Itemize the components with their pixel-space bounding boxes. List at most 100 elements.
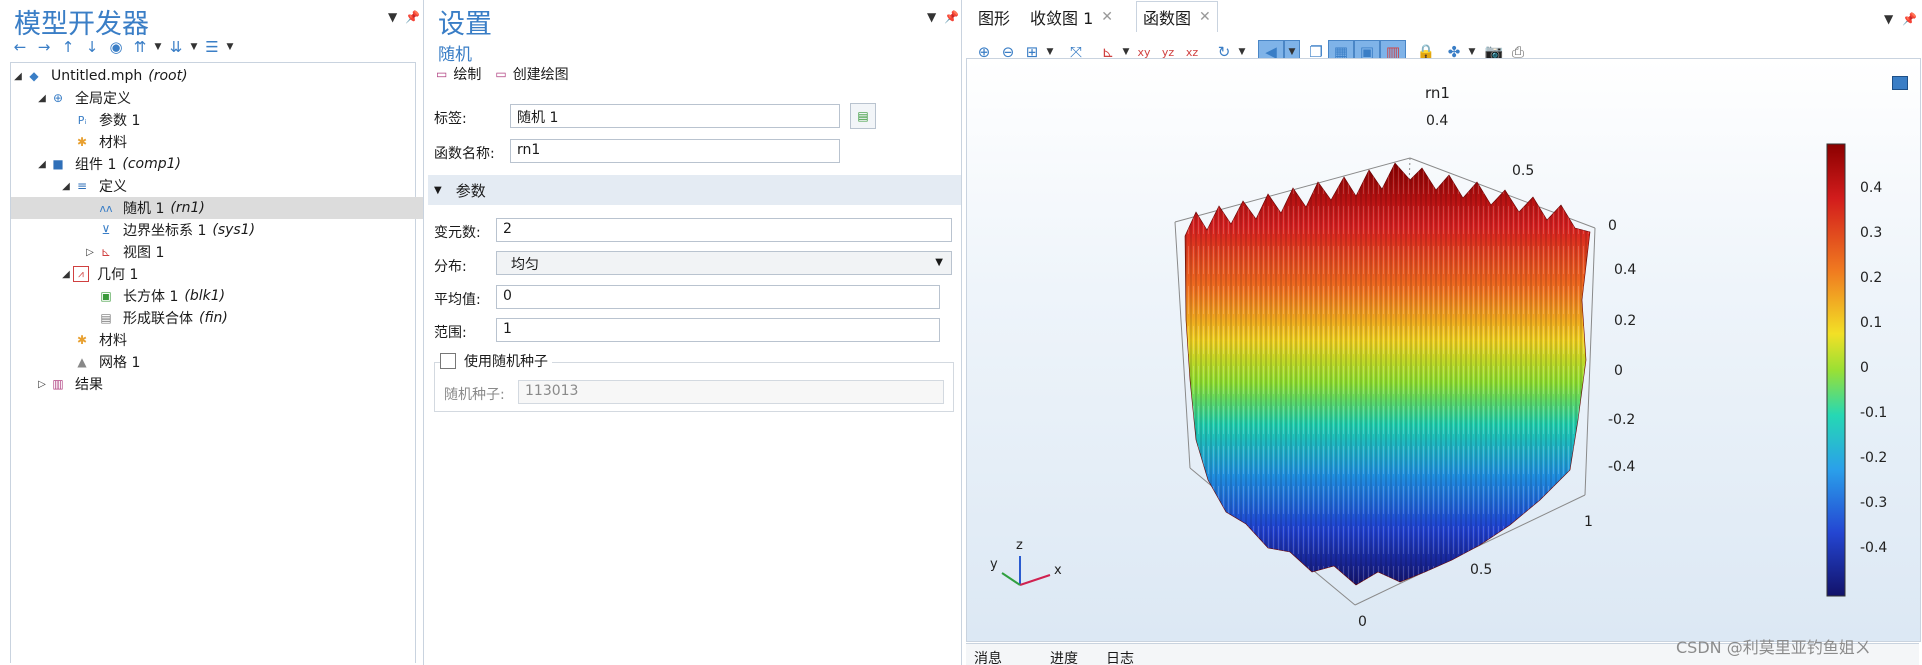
settings-panel: 设置 ▼ 📌 随机 ▭ 绘制 ▭ 创建绘图 标签: 随机 1 ▤ 函数名称: r… [424,0,962,665]
globe-icon: ⊕ [52,91,64,105]
move-down-icon[interactable]: ↓ [80,36,104,58]
panel-menu-icon[interactable]: ▼ [1884,12,1893,26]
mean-input[interactable]: 0 [496,285,940,309]
tree-item-materials[interactable]: ✱ 材料 [11,329,423,351]
chevron-down-icon[interactable]: ▼ [188,36,200,58]
tab-convergence-plot[interactable]: 收敛图 1 ✕ [1024,3,1119,31]
pin-icon[interactable]: 📌 [1902,12,1917,26]
x-tick-0: 0 [1358,614,1367,630]
tree-item-random-function[interactable]: ᴧᴧ 随机 1 (rn1) [11,197,423,219]
panel-title: 设置 [438,9,492,40]
results-icon: ▥ [52,377,64,391]
chevron-down-icon: ▼ [935,257,943,268]
forward-icon[interactable]: → [32,36,56,58]
tree-item-view[interactable]: ▷ ⊾ 视图 1 [11,241,423,263]
colorbar-tick: 0 [1860,360,1869,376]
tab-label: 收敛图 1 [1030,9,1094,28]
plot-button[interactable]: ▭ 绘制 [436,64,481,84]
tree-item-results[interactable]: ▷ ▥ 结果 [11,373,423,395]
expand-arrow-icon[interactable]: ▷ [35,379,49,390]
move-up-icon[interactable]: ↑ [56,36,80,58]
seed-checkbox[interactable] [440,353,456,369]
tree-item-label: 结果 [75,377,103,393]
collapse-arrow-icon[interactable]: ◢ [11,71,25,82]
range-input[interactable]: 1 [496,318,940,342]
colorbar-tick: -0.4 [1860,540,1888,556]
z-tick-02: 0.2 [1614,313,1637,329]
settings-subtitle: 随机 [438,45,472,65]
back-icon[interactable]: ← [8,36,32,58]
z-tick-neg02: -0.2 [1608,412,1636,428]
tab-label: 函数图 [1143,9,1192,28]
edit-label-icon[interactable]: ▤ [850,103,876,129]
plot-icon: ▭ [436,67,448,81]
triad-y-label: y [990,557,998,572]
tab-messages[interactable]: 消息 [974,648,1002,665]
create-plot-icon: ▭ [495,67,507,81]
tree-item-tag: (root) [148,68,188,84]
collapse-arrow-icon[interactable]: ◢ [35,159,49,170]
function-name-input[interactable]: rn1 [510,139,840,163]
tree-item-definitions[interactable]: ◢ ≡ 定义 [11,175,423,197]
expand-arrow-icon[interactable]: ▷ [83,247,97,258]
mean-caption: 平均值: [434,292,481,308]
chevron-down-icon[interactable]: ▼ [224,36,236,58]
tab-function-plot[interactable]: 函数图 ✕ [1136,1,1218,32]
tree-item-tag: (blk1) [184,288,226,304]
collapse-icon[interactable]: ⇈ [128,36,152,58]
pin-icon[interactable]: 📌 [944,10,959,24]
tree-item-mesh[interactable]: ▲ 网格 1 [11,351,423,373]
range-caption: 范围: [434,325,467,341]
panel-menu-icon[interactable]: ▼ [927,10,936,24]
show-icon[interactable]: ◉ [104,36,128,58]
geometry-icon: ⩘ [73,266,89,282]
collapse-arrow-icon: ▼ [434,184,442,196]
triad-x-label: x [1054,563,1062,578]
random-function-icon: ᴧᴧ [99,201,113,215]
list-icon[interactable]: ☰ [200,36,224,58]
create-plot-button[interactable]: ▭ 创建绘图 [495,64,568,84]
model-builder-panel: 模型开发器 ▼ 📌 ← → ↑ ↓ ◉ ⇈ ▼ ⇊ ▼ ☰ ▼ ◢ ◆ Unti… [0,0,424,665]
materials-icon: ✱ [76,135,88,149]
tree-item-label: 参数 1 [99,113,141,129]
tree-item-boundary-system[interactable]: ⊻ 边界坐标系 1 (sys1) [11,219,423,241]
tree-item-form-union[interactable]: ▤ 形成联合体 (fin) [11,307,423,329]
distribution-select[interactable]: 均匀 ▼ [496,251,952,275]
tree-item-label: 组件 1 [75,157,117,173]
tree-item-root[interactable]: ◢ ◆ Untitled.mph (root) [11,65,415,87]
close-icon[interactable]: ✕ [1199,9,1211,25]
pin-icon[interactable]: 📌 [405,10,420,24]
window-layout-icon[interactable] [1892,76,1908,90]
tree-item-component[interactable]: ◢ ■ 组件 1 (comp1) [11,153,423,175]
colorbar-tick: 0.3 [1860,225,1883,241]
seed-checkbox-row[interactable]: 使用随机种子 [440,351,552,371]
collapse-arrow-icon[interactable]: ◢ [59,181,73,192]
plot-area[interactable] [966,58,1921,642]
seed-caption: 随机种子: [444,387,505,403]
tree-item-geometry[interactable]: ◢ ⩘ 几何 1 [11,263,423,285]
chevron-down-icon[interactable]: ▼ [152,36,164,58]
tree-item-block[interactable]: ▣ 长方体 1 (blk1) [11,285,423,307]
distribution-caption: 分布: [434,259,467,275]
tree-item-label: 边界坐标系 1 [123,223,207,239]
label-input[interactable]: 随机 1 [510,104,840,128]
close-icon[interactable]: ✕ [1101,9,1113,25]
collapse-arrow-icon[interactable]: ◢ [59,269,73,280]
tree-item-global-definitions[interactable]: ◢ ⊕ 全局定义 [11,87,423,109]
tab-progress[interactable]: 进度 [1050,648,1078,665]
expand-icon[interactable]: ⇊ [164,36,188,58]
collapse-arrow-icon[interactable]: ◢ [35,93,49,104]
tab-graphics[interactable]: 图形 [972,3,1016,31]
z-tick-neg04: -0.4 [1608,459,1636,475]
tree-item-parameters[interactable]: Pᵢ 参数 1 [11,109,423,131]
parameters-section-header[interactable]: ▼ 参数 [428,175,961,205]
panel-menu-icon[interactable]: ▼ [388,10,397,24]
tree-item-label: 几何 1 [97,267,139,283]
create-plot-button-label: 创建绘图 [512,67,569,83]
tree-item-label: 随机 1 [123,201,165,217]
nargs-input[interactable]: 2 [496,218,952,242]
section-title: 参数 [455,181,486,200]
z-tick-0-top: 0 [1608,218,1617,234]
tree-item-materials-global[interactable]: ✱ 材料 [11,131,423,153]
tab-log[interactable]: 日志 [1106,648,1134,665]
